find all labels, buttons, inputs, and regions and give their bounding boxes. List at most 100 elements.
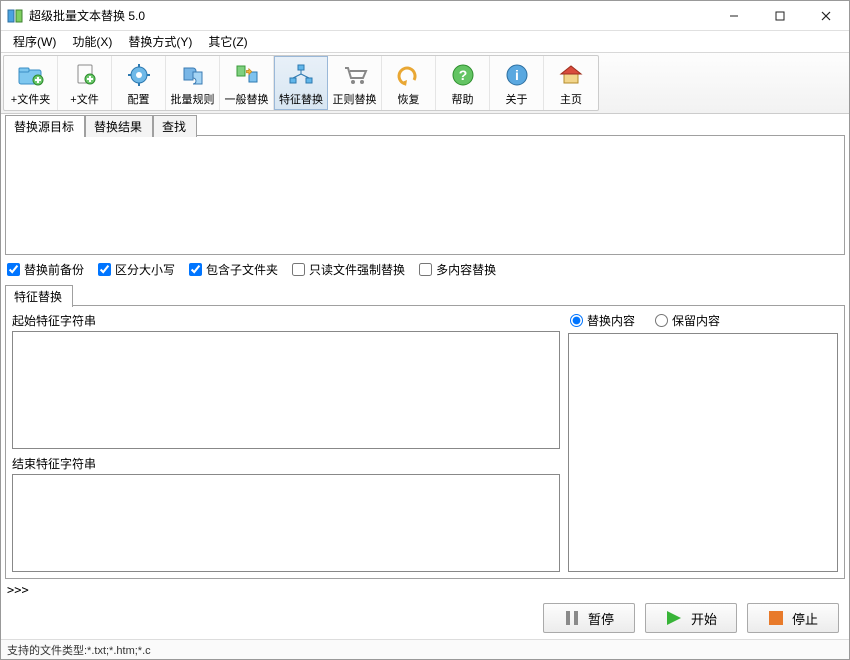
toolbar-label: 帮助 <box>452 91 474 107</box>
lower-tabs: 特征替换 <box>5 286 845 306</box>
radio-replace[interactable] <box>570 314 583 327</box>
option-backup[interactable]: 替换前备份 <box>7 261 84 278</box>
tab-feature-replace[interactable]: 特征替换 <box>5 285 73 307</box>
menu-other[interactable]: 其它(Z) <box>200 31 255 52</box>
toolbar-label: +文件夹 <box>11 91 50 107</box>
end-feature-label: 结束特征字符串 <box>12 455 560 472</box>
toolbar-normal-replace[interactable]: 一般替换 <box>220 56 274 110</box>
close-button[interactable] <box>803 1 849 30</box>
console-prompt: >>> <box>5 583 845 599</box>
pause-icon <box>564 610 580 626</box>
tab-find[interactable]: 查找 <box>153 115 197 137</box>
window-title: 超级批量文本替换 5.0 <box>29 7 711 24</box>
tab-result[interactable]: 替换结果 <box>85 115 153 137</box>
menu-bar: 程序(W) 功能(X) 替换方式(Y) 其它(Z) <box>1 31 849 53</box>
home-icon <box>555 61 587 89</box>
network-icon <box>285 61 317 89</box>
toolbar: +文件夹 +文件 配置 批量规则 <box>1 53 849 114</box>
file-add-icon <box>69 61 101 89</box>
swap-icon <box>231 61 263 89</box>
svg-text:?: ? <box>458 67 467 83</box>
source-target-panel <box>5 135 845 255</box>
toolbar-label: 关于 <box>506 91 528 107</box>
option-case-sensitive[interactable]: 区分大小写 <box>98 261 175 278</box>
start-button[interactable]: 开始 <box>645 603 737 633</box>
content-mode-radios: 替换内容 保留内容 <box>568 312 838 329</box>
toolbar-feature-replace[interactable]: 特征替换 <box>274 56 328 110</box>
feature-replace-panel: 起始特征字符串 结束特征字符串 替换内容 保 <box>5 305 845 579</box>
button-label: 暂停 <box>588 609 614 628</box>
cart-icon <box>339 61 371 89</box>
radio-label: 保留内容 <box>672 312 720 329</box>
puzzle-icon <box>177 61 209 89</box>
feature-left-column: 起始特征字符串 结束特征字符串 <box>12 312 560 572</box>
body-area: 替换源目标 替换结果 查找 替换前备份 区分大小写 包含子文件夹 只读文件强制替… <box>1 114 849 639</box>
status-bar: 支持的文件类型:*.txt;*.htm;*.c <box>1 639 849 659</box>
menu-replace-mode[interactable]: 替换方式(Y) <box>120 31 200 52</box>
menu-program[interactable]: 程序(W) <box>5 31 64 52</box>
options-row: 替换前备份 区分大小写 包含子文件夹 只读文件强制替换 多内容替换 <box>5 255 845 284</box>
menu-function[interactable]: 功能(X) <box>64 31 120 52</box>
option-label: 替换前备份 <box>24 261 84 278</box>
app-window: 超级批量文本替换 5.0 程序(W) 功能(X) 替换方式(Y) 其它(Z) <box>0 0 850 660</box>
help-icon: ? <box>447 61 479 89</box>
svg-text:i: i <box>515 67 519 83</box>
option-label: 区分大小写 <box>115 261 175 278</box>
stop-button[interactable]: 停止 <box>747 603 839 633</box>
title-bar: 超级批量文本替换 5.0 <box>1 1 849 31</box>
toolbar-about[interactable]: i 关于 <box>490 56 544 110</box>
radio-keep-content[interactable]: 保留内容 <box>655 312 720 329</box>
toolbar-regex-replace[interactable]: 正则替换 <box>328 56 382 110</box>
maximize-button[interactable] <box>757 1 803 30</box>
minimize-button[interactable] <box>711 1 757 30</box>
button-label: 开始 <box>691 609 717 628</box>
upper-tabs: 替换源目标 替换结果 查找 <box>5 116 845 136</box>
feature-right-column: 替换内容 保留内容 <box>568 312 838 572</box>
status-text: 支持的文件类型:*.txt;*.htm;*.c <box>7 642 151 658</box>
toolbar-add-folder[interactable]: +文件夹 <box>4 56 58 110</box>
content-input[interactable] <box>568 333 838 572</box>
toolbar-label: 主页 <box>560 91 582 107</box>
option-force-readonly[interactable]: 只读文件强制替换 <box>292 261 405 278</box>
option-subfolders[interactable]: 包含子文件夹 <box>189 261 278 278</box>
option-label: 包含子文件夹 <box>206 261 278 278</box>
toolbar-label: +文件 <box>70 91 98 107</box>
checkbox-backup[interactable] <box>7 263 20 276</box>
toolbar-help[interactable]: ? 帮助 <box>436 56 490 110</box>
checkbox-subfolders[interactable] <box>189 263 202 276</box>
pause-button[interactable]: 暂停 <box>543 603 635 633</box>
play-icon <box>665 610 683 626</box>
gear-icon <box>123 61 155 89</box>
toolbar-label: 特征替换 <box>279 91 323 107</box>
toolbar-label: 恢复 <box>398 91 420 107</box>
window-controls <box>711 1 849 30</box>
end-feature-input[interactable] <box>12 474 560 572</box>
info-icon: i <box>501 61 533 89</box>
tab-source-target[interactable]: 替换源目标 <box>5 115 85 137</box>
option-multi-content[interactable]: 多内容替换 <box>419 261 496 278</box>
folder-add-icon <box>15 61 47 89</box>
start-feature-input[interactable] <box>12 331 560 449</box>
checkbox-force-readonly[interactable] <box>292 263 305 276</box>
toolbar-config[interactable]: 配置 <box>112 56 166 110</box>
toolbar-batch-rule[interactable]: 批量规则 <box>166 56 220 110</box>
start-feature-label: 起始特征字符串 <box>12 312 560 329</box>
toolbar-add-file[interactable]: +文件 <box>58 56 112 110</box>
toolbar-label: 批量规则 <box>171 91 215 107</box>
option-label: 只读文件强制替换 <box>309 261 405 278</box>
radio-keep[interactable] <box>655 314 668 327</box>
toolbar-undo[interactable]: 恢复 <box>382 56 436 110</box>
toolbar-label: 一般替换 <box>225 91 269 107</box>
radio-label: 替换内容 <box>587 312 635 329</box>
checkbox-multi-content[interactable] <box>419 263 432 276</box>
action-bar: 暂停 开始 停止 <box>5 599 845 635</box>
toolbar-label: 正则替换 <box>333 91 377 107</box>
toolbar-label: 配置 <box>128 91 150 107</box>
checkbox-case-sensitive[interactable] <box>98 263 111 276</box>
app-icon <box>7 8 23 24</box>
undo-arrow-icon <box>393 61 425 89</box>
option-label: 多内容替换 <box>436 261 496 278</box>
radio-replace-content[interactable]: 替换内容 <box>570 312 635 329</box>
toolbar-home[interactable]: 主页 <box>544 56 598 110</box>
button-label: 停止 <box>792 609 818 628</box>
